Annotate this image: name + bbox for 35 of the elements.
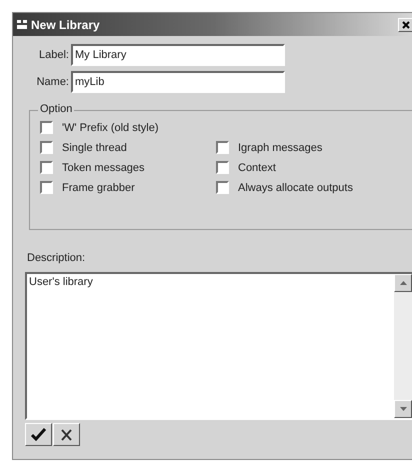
check-icon — [31, 428, 46, 441]
checkbox[interactable] — [40, 161, 53, 174]
field-label: Label: — [38, 49, 69, 61]
window-title: New Library — [31, 18, 101, 32]
checkbox-label: Token messages — [62, 162, 145, 174]
scrollbar[interactable] — [394, 274, 412, 418]
description-text: User's library — [28, 275, 94, 290]
checkbox-label: Context — [238, 162, 276, 174]
checkbox-label: 'W' Prefix (old style) — [62, 122, 158, 134]
close-icon — [402, 20, 410, 28]
ok-button[interactable] — [25, 423, 52, 446]
input-field[interactable]: myLib — [71, 71, 285, 93]
input-field[interactable]: My Library — [71, 44, 285, 66]
group-title: Option — [38, 103, 74, 115]
up-arrow-icon — [400, 281, 406, 285]
scroll-down-button[interactable] — [394, 400, 412, 418]
close-button[interactable] — [398, 18, 412, 32]
checkbox-label: Frame grabber — [62, 182, 135, 194]
scroll-up-button[interactable] — [394, 274, 412, 292]
checkbox[interactable] — [40, 141, 53, 154]
cancel-button[interactable] — [53, 423, 80, 446]
checkbox[interactable] — [216, 181, 229, 194]
checkbox-label: Always allocate outputs — [238, 182, 353, 194]
checkbox[interactable] — [40, 121, 53, 134]
checkbox-label: Igraph messages — [238, 142, 322, 154]
checkbox[interactable] — [216, 141, 229, 154]
grid-icon — [17, 20, 27, 29]
checkbox[interactable] — [40, 181, 53, 194]
description-label: Description: — [27, 252, 86, 264]
field-label: Name: — [36, 76, 69, 88]
checkbox[interactable] — [216, 161, 229, 174]
description-field[interactable]: User's library — [25, 272, 412, 420]
checkbox-label: Single thread — [62, 142, 127, 154]
close-icon — [61, 428, 72, 440]
down-arrow-icon — [400, 407, 406, 411]
